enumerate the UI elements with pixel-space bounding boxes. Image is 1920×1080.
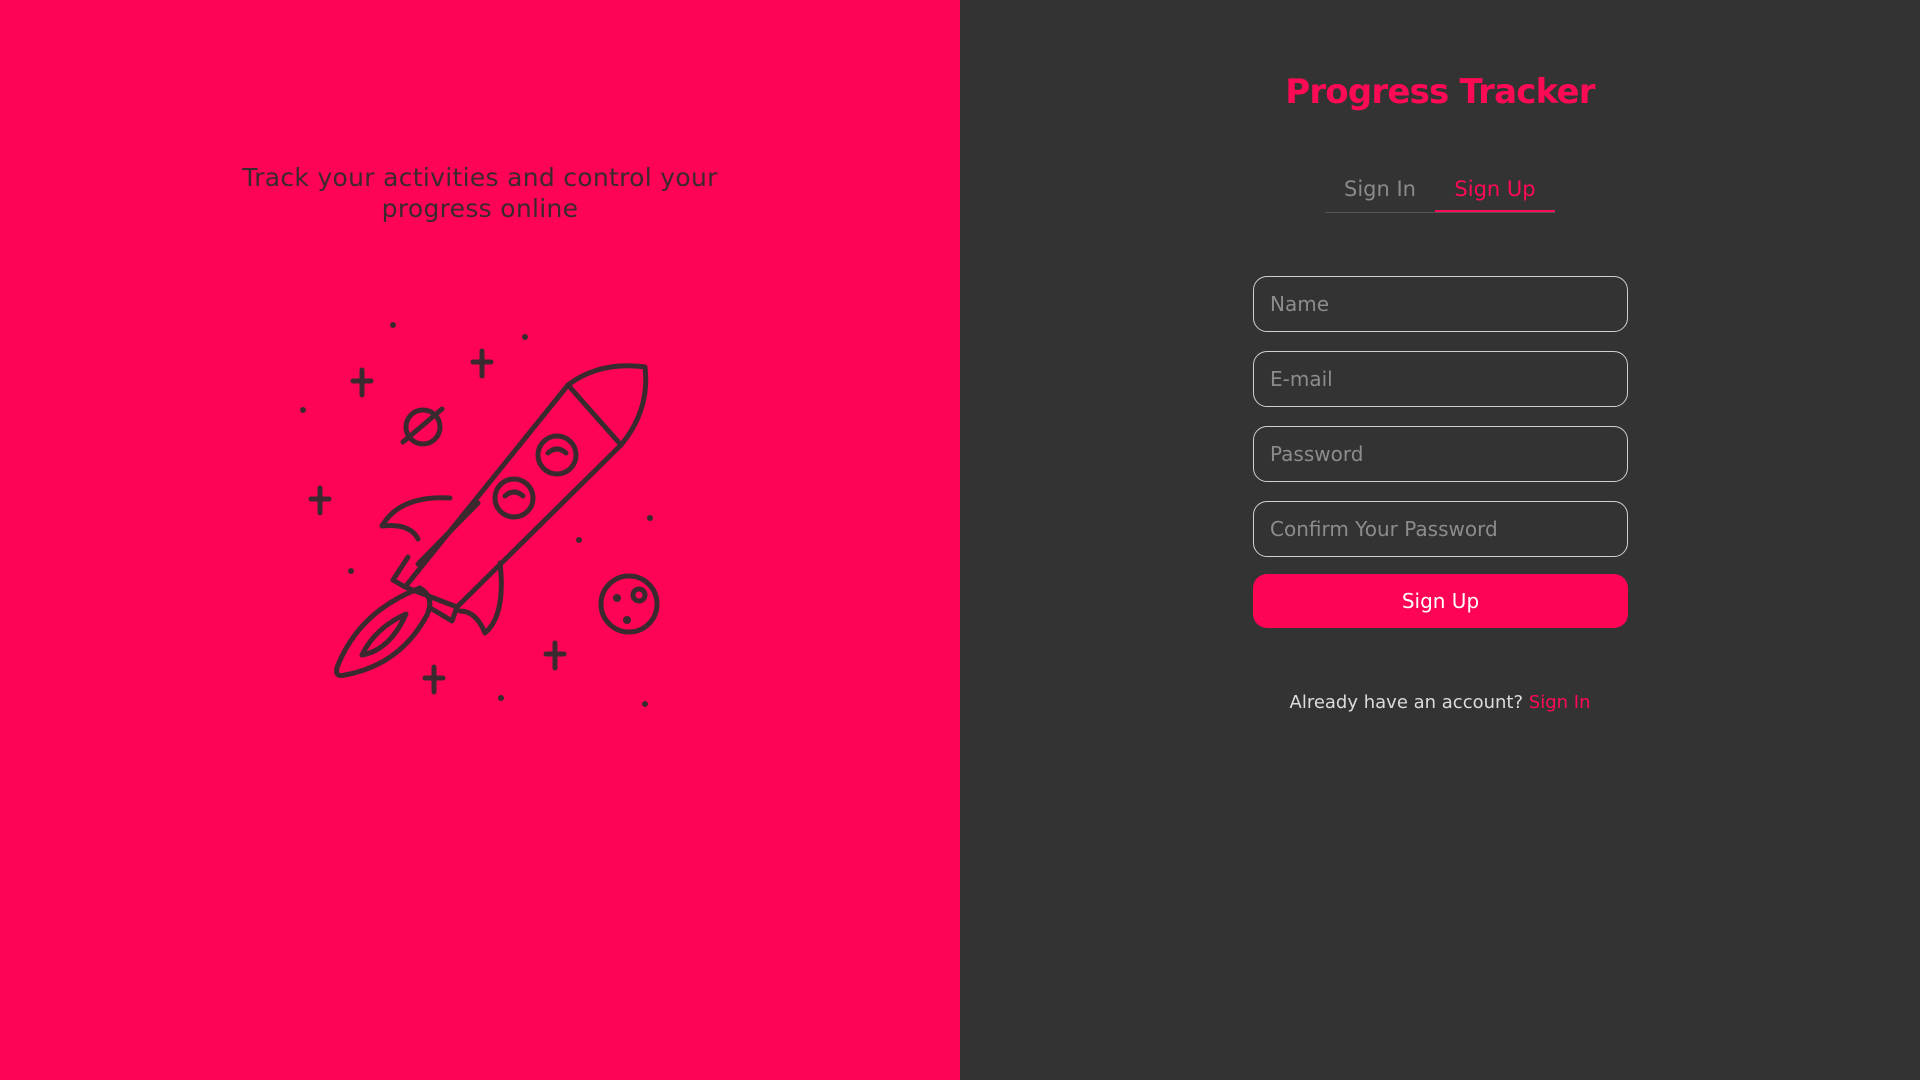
moon-icon — [598, 573, 660, 635]
ringed-planet-icon — [400, 406, 445, 447]
signup-page: Track your activities and control your p… — [0, 0, 1920, 1080]
hero-panel: Track your activities and control your p… — [0, 0, 960, 1080]
email-field[interactable] — [1253, 351, 1628, 407]
auth-panel: Progress Tracker Sign In Sign Up Sign Up… — [960, 0, 1920, 1080]
sign-in-prompt-text: Already have an account? — [1289, 692, 1524, 713]
signup-form: Sign Up — [1253, 276, 1628, 628]
hero-tagline: Track your activities and control your p… — [0, 162, 960, 224]
auth-tabs: Sign In Sign Up — [1325, 170, 1555, 213]
rocket-window-lower — [492, 476, 536, 520]
sign-in-prompt: Already have an account? Sign In — [960, 692, 1920, 713]
sign-in-link[interactable]: Sign In — [1529, 692, 1591, 713]
app-title: Progress Tracker — [1285, 72, 1595, 112]
rocket-launch-icon — [300, 322, 660, 707]
tab-sign-in[interactable]: Sign In — [1325, 170, 1435, 212]
password-field[interactable] — [1253, 426, 1628, 482]
hero-tagline-line-1: Track your activities and control your — [242, 163, 718, 192]
confirm-password-field[interactable] — [1253, 501, 1628, 557]
name-field[interactable] — [1253, 276, 1628, 332]
rocket-window-upper — [535, 433, 579, 477]
rocket-flame — [334, 585, 433, 678]
tab-sign-up[interactable]: Sign Up — [1435, 170, 1555, 212]
hero-tagline-line-2: progress online — [381, 194, 579, 223]
rocket-fin-left — [379, 495, 453, 542]
sign-up-button[interactable]: Sign Up — [1253, 574, 1628, 628]
